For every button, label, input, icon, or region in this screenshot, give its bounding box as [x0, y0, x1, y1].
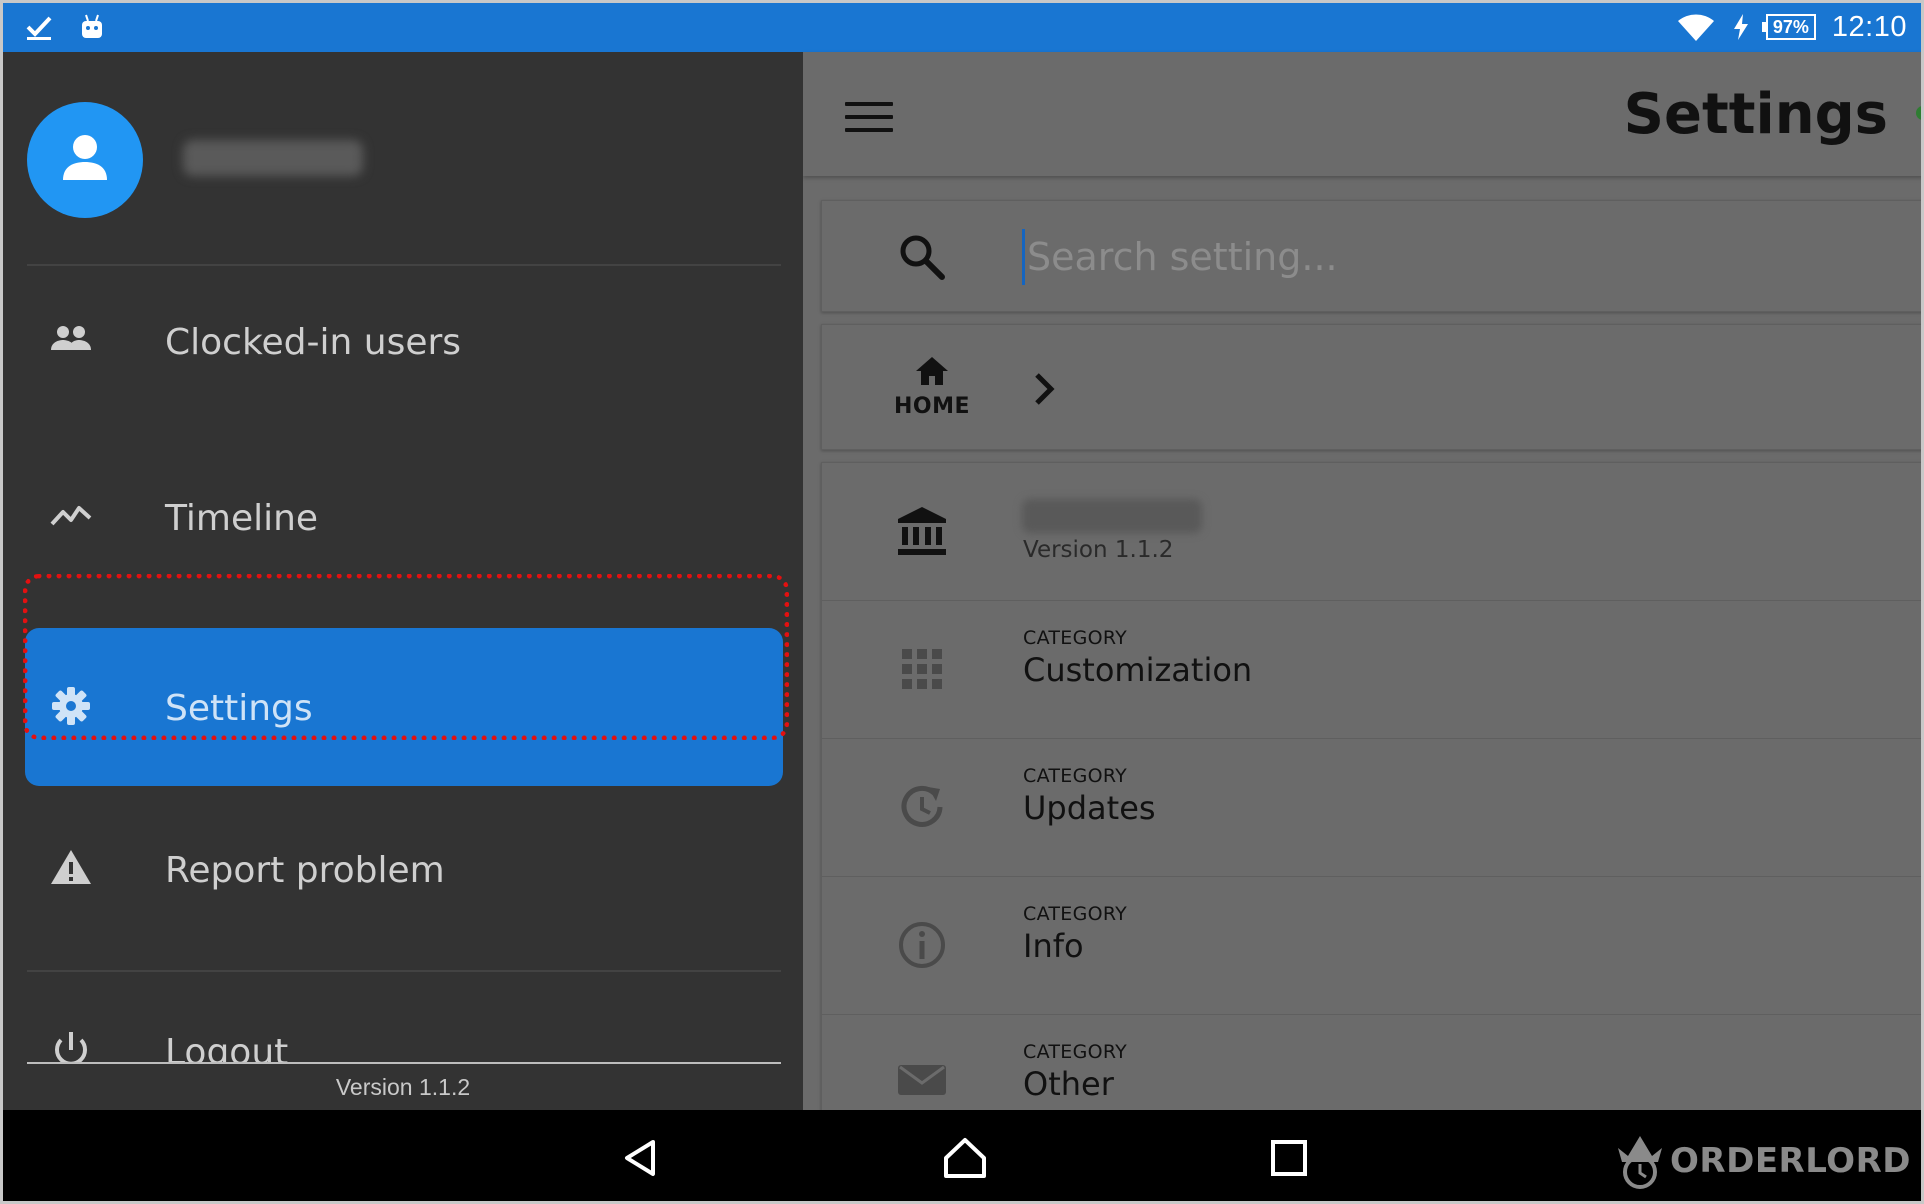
account-name-blurred — [1022, 499, 1202, 533]
category-caption: CATEGORY — [1023, 903, 1128, 925]
breadcrumb: HOME — [821, 324, 1921, 450]
brand-watermark: ORDERLORD — [1612, 1132, 1911, 1190]
drawer-item-logout[interactable]: Logout — [25, 972, 783, 1062]
clock: 12:10 — [1831, 10, 1907, 43]
group-icon — [51, 326, 91, 350]
account-name-blurred — [183, 140, 363, 176]
screen: 97% 12:10 Settings HOME — [0, 0, 1924, 1204]
search-icon — [900, 235, 945, 280]
navigation-drawer: Clocked-in users Timeline Settings Repor… — [3, 52, 803, 1110]
avatar[interactable] — [27, 102, 143, 218]
footer-divider — [27, 1062, 781, 1064]
settings-page: Settings HOME — [803, 52, 1921, 1112]
home-icon — [916, 357, 948, 385]
person-icon — [63, 135, 107, 180]
drawer-item-settings[interactable]: Settings — [25, 628, 783, 786]
power-icon — [55, 1032, 87, 1062]
drawer-item-clocked-in-users[interactable]: Clocked-in users — [25, 262, 783, 420]
trending-icon — [50, 506, 92, 526]
breadcrumb-home-label: HOME — [893, 394, 971, 419]
drawer-item-label: Logout — [165, 1032, 289, 1062]
bank-icon — [898, 507, 946, 555]
back-button[interactable] — [617, 1134, 665, 1182]
brand-name: ORDERLORD — [1670, 1141, 1911, 1181]
history-icon — [901, 785, 943, 827]
account-row[interactable]: Version 1.1.2 — [822, 463, 1921, 601]
chevron-right-icon — [1035, 373, 1055, 405]
hamburger-menu-button[interactable] — [845, 102, 893, 136]
status-dot — [1916, 106, 1921, 120]
drawer-footer: Version 1.1.2 — [3, 1062, 803, 1110]
drawer-item-label: Clocked-in users — [165, 322, 462, 363]
home-button[interactable] — [941, 1134, 989, 1182]
warning-icon — [51, 850, 91, 884]
category-title: Info — [1023, 927, 1084, 965]
category-row-info[interactable]: CATEGORY Info — [822, 877, 1921, 1015]
android-notification-icon — [82, 14, 102, 38]
search-card — [821, 200, 1921, 312]
app-bar: Settings — [803, 52, 1921, 176]
grid-icon — [902, 649, 942, 689]
search-input[interactable] — [1022, 229, 1902, 285]
drawer-item-label: Report problem — [165, 850, 445, 891]
wifi-icon — [1677, 14, 1714, 41]
mail-icon — [898, 1065, 946, 1095]
gear-icon — [52, 687, 90, 725]
category-row-customization[interactable]: CATEGORY Customization — [822, 601, 1921, 739]
account-version: Version 1.1.2 — [1023, 537, 1174, 563]
drawer-version: Version 1.1.2 — [335, 1074, 471, 1100]
category-caption: CATEGORY — [1023, 627, 1128, 649]
breadcrumb-home[interactable]: HOME — [877, 355, 987, 419]
category-title: Other — [1023, 1065, 1114, 1103]
charging-icon — [1733, 14, 1748, 40]
checkmark-notification-icon — [26, 16, 52, 40]
info-icon — [899, 922, 945, 968]
drawer-item-label: Timeline — [165, 498, 319, 539]
battery-indicator: 97% — [1761, 14, 1816, 40]
category-title: Customization — [1023, 651, 1253, 689]
page-title: Settings — [1623, 82, 1888, 147]
drawer-item-label: Settings — [165, 688, 313, 729]
drawer-item-report-problem[interactable]: Report problem — [25, 790, 783, 948]
recents-button[interactable] — [1265, 1134, 1313, 1182]
system-navigation-bar: ORDERLORD — [3, 1110, 1921, 1201]
status-bar: 97% 12:10 — [3, 3, 1921, 52]
menu-icon — [845, 102, 893, 106]
category-caption: CATEGORY — [1023, 765, 1128, 787]
category-title: Updates — [1023, 789, 1156, 827]
drawer-item-timeline[interactable]: Timeline — [25, 438, 783, 596]
category-caption: CATEGORY — [1023, 1041, 1128, 1063]
settings-list: Version 1.1.2 CATEGORY Customization CAT… — [821, 462, 1921, 1112]
crown-clock-icon — [1618, 1136, 1663, 1189]
category-row-updates[interactable]: CATEGORY Updates — [822, 739, 1921, 877]
